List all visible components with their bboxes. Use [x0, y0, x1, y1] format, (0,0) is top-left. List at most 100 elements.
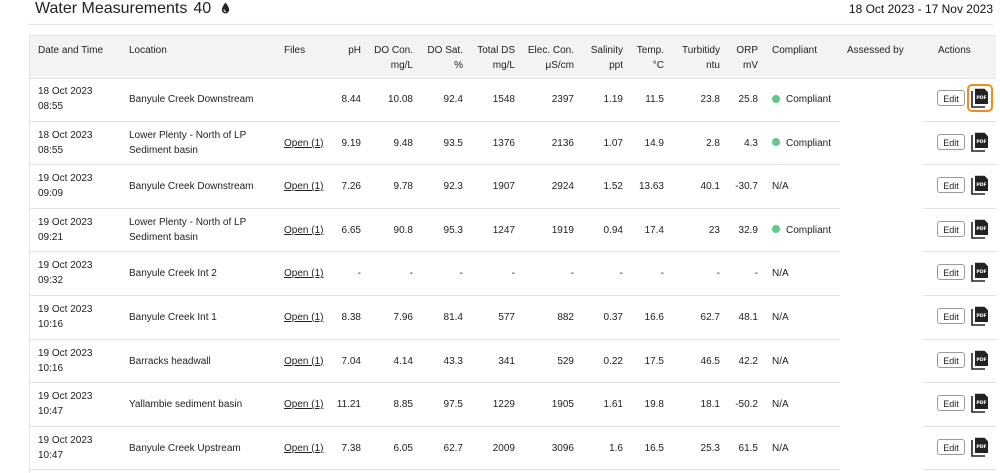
- col-header-do-con[interactable]: DO Con. mg/L: [365, 43, 413, 73]
- pdf-download-button[interactable]: PDF: [971, 306, 989, 326]
- col-header-elec-con[interactable]: Elec. Con. μS/cm: [521, 43, 574, 73]
- open-files-link[interactable]: Open (1): [284, 310, 323, 325]
- table-row[interactable]: 19 Oct 2023 09:09 Banyule Creek Downstream…: [30, 165, 996, 209]
- time-text: 08:55: [38, 101, 64, 112]
- pdf-download-button[interactable]: PDF: [971, 132, 989, 152]
- col-header-turbidity[interactable]: Turbitidy ntu: [670, 43, 720, 73]
- date-time-cell: 19 Oct 2023 09:21: [38, 215, 92, 245]
- location-cell: Yallambie sediment basin: [129, 399, 243, 411]
- col-header-turbidity-label: Turbitidy: [682, 45, 720, 56]
- edit-button[interactable]: Edit: [937, 220, 965, 237]
- edit-button[interactable]: Edit: [937, 438, 965, 455]
- elec-con-cell: 3096: [551, 442, 574, 454]
- pdf-download-button[interactable]: PDF: [967, 84, 993, 112]
- table-row[interactable]: 19 Oct 2023 09:21 Lower Plenty - North of …: [30, 209, 996, 253]
- table-row[interactable]: 19 Oct 2023 10:47 Yallambie sediment basin…: [30, 383, 996, 427]
- pdf-download-button[interactable]: PDF: [971, 219, 989, 239]
- edit-button[interactable]: Edit: [937, 264, 965, 281]
- open-files-link[interactable]: Open (1): [284, 266, 323, 281]
- temp-cell: 17.5: [644, 355, 664, 367]
- pdf-icon-label: PDF: [976, 95, 986, 101]
- location-cell: Lower Plenty - North of LP Sediment basin: [129, 215, 246, 245]
- compliance-text: N/A: [772, 268, 789, 280]
- do-sat-cell: 93.5: [443, 137, 463, 149]
- col-header-total-ds-label: Total DS: [477, 45, 515, 56]
- time-text: 09:21: [38, 231, 64, 243]
- date-range[interactable]: 18 Oct 2023 - 17 Nov 2023: [849, 2, 993, 16]
- open-files-link[interactable]: Open (1): [284, 179, 323, 194]
- col-header-assessed-by[interactable]: Assessed by: [847, 43, 904, 58]
- col-header-temp[interactable]: Temp. °C: [628, 43, 664, 73]
- open-files-link[interactable]: Open (1): [284, 397, 323, 412]
- col-header-elec-con-label: Elec. Con.: [527, 45, 574, 56]
- measurement-count: 40: [193, 0, 212, 17]
- table-row[interactable]: 18 Oct 2023 08:55 Banyule Creek Downstream…: [30, 78, 996, 122]
- col-header-do-sat-label: DO Sat.: [427, 45, 463, 56]
- edit-button[interactable]: Edit: [937, 90, 965, 106]
- col-header-salinity[interactable]: Salinity ppt: [578, 43, 623, 73]
- table-row[interactable]: 19 Oct 2023 10:47 Banyule Creek Upstream Op…: [30, 427, 996, 471]
- col-header-orp[interactable]: ORP mV: [726, 43, 758, 73]
- pdf-icon-label: PDF: [976, 444, 986, 450]
- table-row[interactable]: 19 Oct 2023 09:32 Banyule Creek Int 2 Open …: [30, 252, 996, 296]
- col-header-ph[interactable]: pH: [326, 43, 361, 58]
- turbidity-cell: 62.7: [700, 312, 720, 323]
- ph-cell: -: [357, 268, 361, 280]
- total-ds-cell: 1376: [492, 137, 515, 149]
- open-files-link[interactable]: Open (1): [284, 223, 323, 238]
- pdf-download-button[interactable]: PDF: [971, 350, 989, 370]
- pdf-download-button[interactable]: PDF: [971, 437, 989, 457]
- table-row[interactable]: 19 Oct 2023 10:16 Banyule Creek Int 1 Open …: [30, 296, 996, 340]
- temp-cell: 17.4: [644, 224, 664, 236]
- edit-button[interactable]: Edit: [937, 177, 965, 194]
- orp-cell: -30.7: [735, 181, 758, 193]
- edit-button[interactable]: Edit: [937, 308, 965, 324]
- do-sat-cell: 43.3: [443, 355, 463, 367]
- edit-button[interactable]: Edit: [937, 133, 965, 150]
- table-row[interactable]: 18 Oct 2023 08:55 Lower Plenty - North of …: [30, 122, 996, 166]
- col-header-orp-unit: mV: [743, 60, 758, 71]
- compliance-text: N/A: [772, 355, 789, 367]
- col-header-total-ds[interactable]: Total DS mg/L: [468, 43, 515, 73]
- pdf-file-icon: PDF: [971, 219, 988, 239]
- date-text: 19 Oct 2023: [38, 216, 93, 228]
- date-time-cell: 19 Oct 2023 09:09: [38, 171, 92, 201]
- status-dot: [772, 94, 780, 103]
- open-files-link[interactable]: Open (1): [284, 136, 323, 151]
- turbidity-cell: 23: [708, 224, 720, 236]
- total-ds-cell: -: [511, 268, 515, 280]
- open-files-link[interactable]: Open (1): [284, 441, 323, 456]
- col-header-files[interactable]: Files: [284, 43, 305, 58]
- table-row[interactable]: 19 Oct 2023 10:16 Barracks headwall Open (1…: [30, 340, 996, 384]
- compliance-status: N/A: [772, 310, 789, 325]
- temp-cell: 16.5: [644, 442, 664, 454]
- pdf-download-button[interactable]: PDF: [971, 262, 989, 283]
- location-cell: Banyule Creek Int 2: [129, 268, 217, 280]
- ph-cell: 6.65: [341, 224, 361, 236]
- pdf-download-button[interactable]: PDF: [971, 393, 989, 413]
- location-line-2: Sediment basin: [129, 144, 198, 156]
- total-ds-cell: 1229: [492, 399, 515, 411]
- open-files-link[interactable]: Open (1): [284, 354, 323, 369]
- col-header-location[interactable]: Location: [129, 43, 167, 58]
- measurements-table: Date and Time Location Files pH DO Con. …: [29, 35, 996, 473]
- location-cell: Banyule Creek Int 1: [129, 312, 217, 323]
- edit-button[interactable]: Edit: [937, 351, 965, 368]
- compliance-status: N/A: [772, 441, 789, 456]
- elec-con-cell: 2397: [551, 94, 574, 105]
- col-header-compliant[interactable]: Compliant: [772, 43, 817, 58]
- compliance-status: N/A: [772, 397, 789, 412]
- ph-cell: 8.38: [341, 312, 361, 323]
- header-divider: [28, 24, 993, 25]
- do-con-cell: 6.05: [393, 442, 413, 454]
- col-header-date-time[interactable]: Date and Time: [38, 43, 103, 58]
- edit-button[interactable]: Edit: [937, 395, 965, 412]
- col-header-do-sat[interactable]: DO Sat. %: [420, 43, 463, 73]
- pdf-icon-label: PDF: [976, 139, 986, 145]
- status-dot: [772, 138, 780, 147]
- orp-cell: 4.3: [744, 137, 758, 149]
- row-divider: [30, 469, 840, 471]
- page-title: Water Measurements 40: [35, 0, 230, 19]
- do-con-cell: 4.14: [393, 355, 413, 367]
- pdf-download-button[interactable]: PDF: [971, 175, 989, 195]
